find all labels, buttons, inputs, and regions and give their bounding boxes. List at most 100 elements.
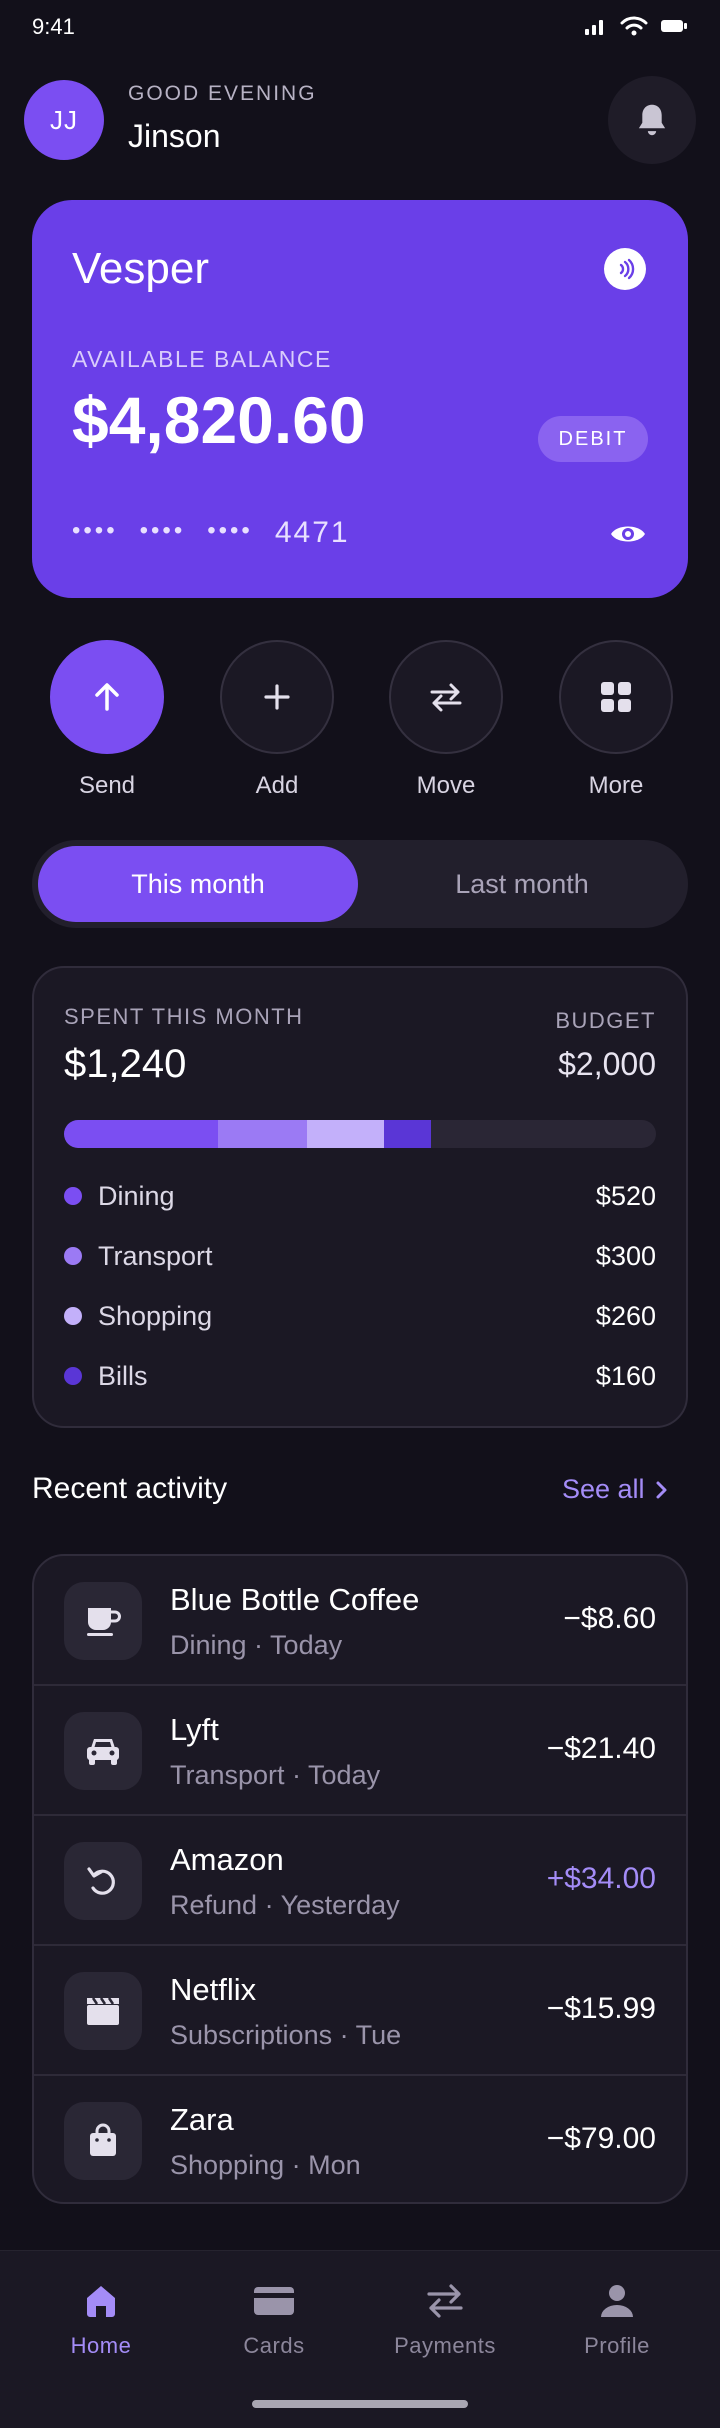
category-name: Transport <box>98 1240 213 1271</box>
bar-segment-shopping <box>306 1120 384 1148</box>
transaction-amount: −$8.60 <box>563 1602 656 1635</box>
bar-segment-bills <box>383 1120 432 1148</box>
coffee-icon <box>64 1582 142 1660</box>
category-row-transport: Transport $300 <box>64 1236 656 1276</box>
transaction-name: Blue Bottle Coffee <box>170 1582 420 1617</box>
swap-arrows-icon <box>430 683 462 712</box>
transaction-meta: Transport · Today <box>170 1760 381 1790</box>
nav-label: Profile <box>584 2333 650 2358</box>
balance-card[interactable]: Vesper AVAILABLE BALANCE $4,820.60 DEBIT… <box>32 200 688 598</box>
transaction-amount: −$21.40 <box>546 1732 656 1765</box>
bills-dot <box>64 1367 82 1385</box>
card-brand: Vesper <box>72 244 209 293</box>
category-amount: $520 <box>595 1180 656 1211</box>
action-label: Move <box>416 772 476 799</box>
budget-label: BUDGET <box>555 1008 656 1033</box>
spending-progress-bar <box>64 1120 656 1148</box>
nav-label: Home <box>70 2333 132 2358</box>
category-row-dining: Dining $520 <box>64 1176 656 1216</box>
car-icon <box>64 1712 142 1790</box>
transaction-amount: −$79.00 <box>546 2122 656 2155</box>
move-button[interactable] <box>389 640 503 754</box>
shopping-dot <box>64 1307 82 1325</box>
card-last4: 4471 <box>274 516 350 549</box>
add-button[interactable] <box>220 640 334 754</box>
chevron-right-icon <box>656 1481 667 1498</box>
transaction-row[interactable]: Zara Shopping · Mon −$79.00 <box>34 2076 686 2202</box>
spending-card: SPENT THIS MONTH $1,240 BUDGET $2,000 Di… <box>32 966 688 1428</box>
tab-this-month[interactable]: This month <box>38 846 358 922</box>
period-toggle[interactable]: This month Last month <box>32 840 688 928</box>
transaction-row[interactable]: Amazon Refund · Yesterday +$34.00 <box>34 1816 686 1946</box>
action-move[interactable]: Move <box>389 640 503 800</box>
transaction-meta: Refund · Yesterday <box>170 1890 400 1920</box>
balance-label: AVAILABLE BALANCE <box>72 346 332 372</box>
tab-last-month[interactable]: Last month <box>362 846 682 922</box>
category-name: Bills <box>98 1360 148 1391</box>
more-button[interactable] <box>559 640 673 754</box>
bar-segment-transport <box>217 1120 307 1148</box>
nav-cards[interactable]: Cards <box>199 2281 349 2359</box>
greeting-text: GOOD EVENING <box>128 82 317 105</box>
contactless-icon <box>619 258 635 280</box>
transaction-row[interactable]: Lyft Transport · Today −$21.40 <box>34 1686 686 1816</box>
notifications-button[interactable] <box>608 76 696 164</box>
nav-payments[interactable]: Payments <box>370 2281 520 2359</box>
recent-activity-title: Recent activity <box>32 1472 228 1505</box>
arrow-up-icon <box>95 683 119 711</box>
see-all-label: See all <box>562 1474 645 1504</box>
send-button[interactable] <box>50 640 164 754</box>
nav-home[interactable]: Home <box>26 2281 176 2359</box>
nav-profile[interactable]: Profile <box>542 2281 692 2359</box>
home-indicator[interactable] <box>252 2400 468 2408</box>
action-label: Send <box>78 772 136 799</box>
transaction-list: Blue Bottle Coffee Dining · Today −$8.60… <box>32 1554 688 2204</box>
transaction-name: Amazon <box>170 1842 284 1877</box>
wifi-icon <box>620 16 648 36</box>
category-amount: $160 <box>595 1360 656 1391</box>
transaction-row[interactable]: Netflix Subscriptions · Tue −$15.99 <box>34 1946 686 2076</box>
clapperboard-icon <box>64 1972 142 2050</box>
category-row-shopping: Shopping $260 <box>64 1296 656 1336</box>
toggle-visibility-button[interactable] <box>604 516 652 552</box>
plus-icon <box>264 684 290 710</box>
spent-value: $1,240 <box>64 1042 187 1086</box>
transaction-meta: Subscriptions · Tue <box>170 2020 402 2050</box>
category-row-bills: Bills $160 <box>64 1356 656 1396</box>
nav-label: Cards <box>243 2333 305 2358</box>
masked-digits: •••• <box>207 517 253 544</box>
bar-segment-dining <box>64 1120 218 1148</box>
action-label: More <box>588 772 644 799</box>
category-name: Shopping <box>98 1300 213 1331</box>
signal-icon <box>585 20 603 35</box>
user-name: Jinson <box>128 118 221 154</box>
category-amount: $260 <box>595 1300 656 1331</box>
card-icon <box>254 2287 294 2315</box>
spent-label: SPENT THIS MONTH <box>64 1004 304 1029</box>
refund-icon <box>64 1842 142 1920</box>
grid-icon <box>601 682 631 712</box>
dining-dot <box>64 1187 82 1205</box>
transaction-name: Zara <box>170 2102 234 2137</box>
masked-digits: •••• <box>139 517 186 544</box>
transaction-meta: Dining · Today <box>170 1630 343 1660</box>
card-number: •••• •••• •••• 4471 <box>72 516 350 550</box>
transaction-meta: Shopping · Mon <box>170 2150 361 2180</box>
person-icon <box>601 2285 633 2317</box>
action-send[interactable]: Send <box>50 640 164 800</box>
status-time: 9:41 <box>32 14 75 39</box>
avatar[interactable]: JJ <box>24 80 104 160</box>
home-icon <box>87 2286 115 2317</box>
masked-digits: •••• <box>72 517 118 544</box>
transport-dot <box>64 1247 82 1265</box>
action-add[interactable]: Add <box>220 640 334 800</box>
transaction-amount: +$34.00 <box>546 1862 656 1895</box>
contactless-button[interactable] <box>604 248 646 290</box>
action-more[interactable]: More <box>559 640 673 800</box>
transaction-row[interactable]: Blue Bottle Coffee Dining · Today −$8.60 <box>34 1556 686 1686</box>
action-label: Add <box>255 772 299 799</box>
transaction-name: Netflix <box>170 1972 257 2007</box>
category-amount: $300 <box>595 1240 656 1271</box>
transaction-amount: −$15.99 <box>546 1992 656 2025</box>
see-all-link[interactable]: See all <box>562 1474 669 1505</box>
